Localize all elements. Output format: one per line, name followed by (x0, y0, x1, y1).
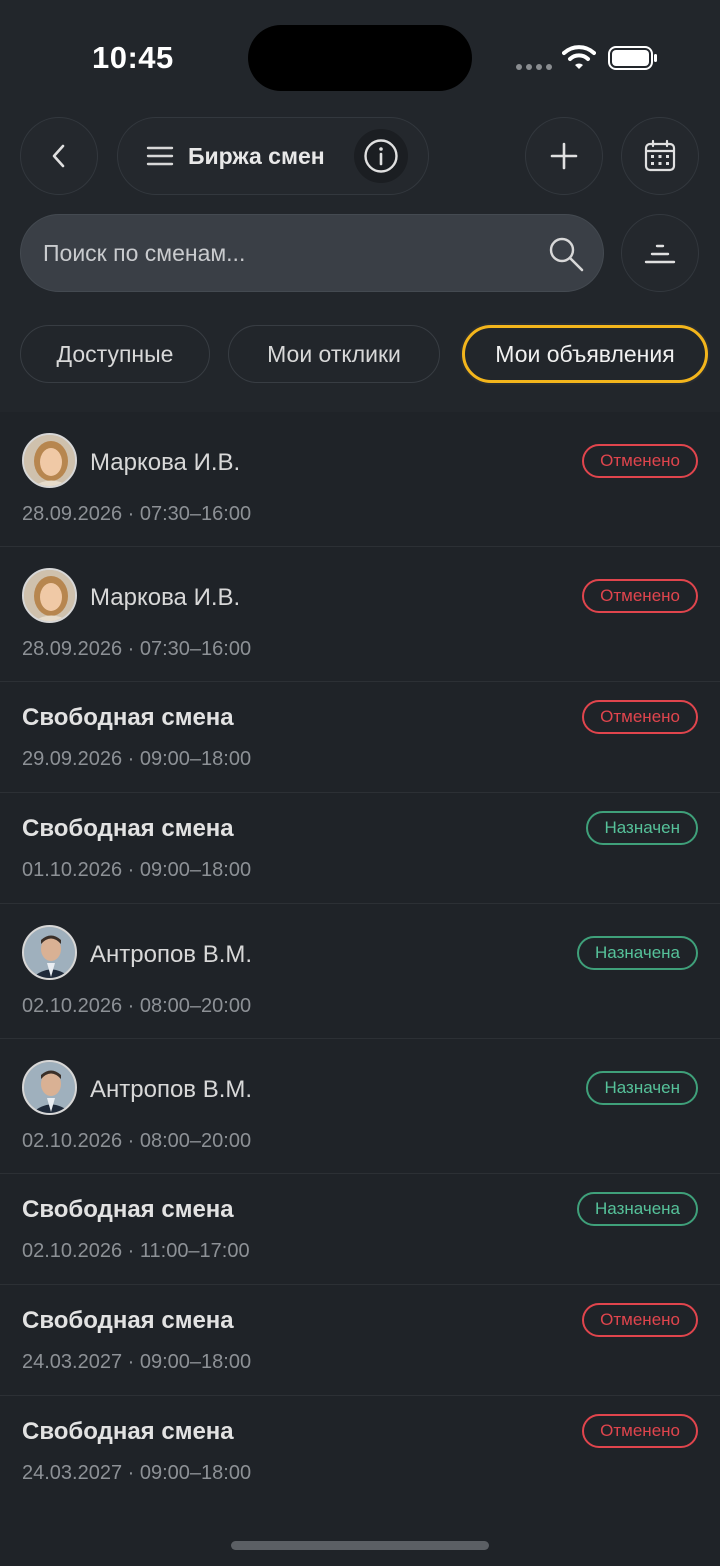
shift-date: 02.10.2026 · 08:00–20:00 (22, 1130, 252, 1152)
shift-list: Маркова И.В. 28.09.2026 · 07:30–16:00 От… (0, 412, 720, 1507)
status-badge: Отменено (582, 1303, 698, 1337)
status-badge: Отменено (582, 444, 698, 478)
screen: 10:45 Биржа смен Поиск по сменам... Дост… (0, 0, 720, 1566)
status-badge: Назначен (586, 811, 698, 845)
status-badge: Отменено (582, 579, 698, 613)
sort-icon (644, 244, 676, 264)
shift-title: Свободная смена (22, 815, 234, 842)
tab-my-listings[interactable]: Мои объявления (462, 325, 708, 383)
info-button[interactable] (354, 129, 408, 183)
shift-date: 29.09.2026 · 09:00–18:00 (22, 748, 252, 770)
avatar (22, 925, 77, 980)
status-badge: Отменено (582, 700, 698, 734)
list-item[interactable]: Свободная смена 02.10.2026 · 11:00–17:00… (0, 1174, 720, 1285)
list-item[interactable]: Свободная смена 29.09.2026 · 09:00–18:00… (0, 682, 720, 793)
status-time: 10:45 (92, 40, 174, 75)
list-item[interactable]: Свободная смена 01.10.2026 · 09:00–18:00… (0, 793, 720, 904)
list-item[interactable]: Маркова И.В. 28.09.2026 · 07:30–16:00 От… (0, 547, 720, 682)
shift-title: Свободная смена (22, 1196, 234, 1223)
hamburger-icon (146, 146, 174, 166)
list-item[interactable]: Свободная смена 24.03.2027 · 09:00–18:00… (0, 1396, 720, 1507)
list-item[interactable]: Маркова И.В. 28.09.2026 · 07:30–16:00 От… (0, 412, 720, 547)
status-badge: Отменено (582, 1414, 698, 1448)
back-button[interactable] (20, 117, 98, 195)
shift-title: Свободная смена (22, 704, 234, 731)
calendar-icon (644, 139, 676, 172)
avatar (22, 568, 77, 623)
wifi-icon (562, 45, 596, 69)
status-badge: Назначена (577, 936, 698, 970)
calendar-button[interactable] (621, 117, 699, 195)
list-item[interactable]: Антропов В.М. 02.10.2026 · 08:00–20:00 Н… (0, 904, 720, 1039)
cellular-signal-icon (516, 64, 552, 70)
shift-date: 02.10.2026 · 08:00–20:00 (22, 995, 252, 1017)
page-title: Биржа смен (188, 143, 325, 169)
search-input[interactable] (43, 233, 523, 273)
search-icon[interactable] (547, 235, 585, 273)
shift-date: 28.09.2026 · 07:30–16:00 (22, 503, 252, 525)
info-icon (364, 139, 398, 173)
status-badge: Назначена (577, 1192, 698, 1226)
shift-date: 24.03.2027 · 09:00–18:00 (22, 1462, 252, 1484)
employee-name: Антропов В.М. (90, 941, 253, 968)
shift-title: Свободная смена (22, 1418, 234, 1445)
shift-date: 02.10.2026 · 11:00–17:00 (22, 1240, 250, 1262)
plus-icon (550, 142, 578, 170)
employee-name: Антропов В.М. (90, 1076, 253, 1103)
avatar (22, 1060, 77, 1115)
list-item[interactable]: Свободная смена 24.03.2027 · 09:00–18:00… (0, 1285, 720, 1396)
list-item[interactable]: Антропов В.М. 02.10.2026 · 08:00–20:00 Н… (0, 1039, 720, 1174)
sort-filter-button[interactable] (621, 214, 699, 292)
search-bar (20, 214, 604, 292)
title-pill[interactable]: Биржа смен (117, 117, 429, 195)
shift-date: 01.10.2026 · 09:00–18:00 (22, 859, 252, 881)
tab-available[interactable]: Доступные (20, 325, 210, 383)
shift-title: Свободная смена (22, 1307, 234, 1334)
employee-name: Маркова И.В. (90, 449, 241, 476)
status-badge: Назначен (586, 1071, 698, 1105)
chevron-left-icon (52, 144, 65, 168)
employee-name: Маркова И.В. (90, 584, 241, 611)
battery-icon (608, 46, 657, 70)
add-shift-button[interactable] (525, 117, 603, 195)
shift-date: 28.09.2026 · 07:30–16:00 (22, 638, 252, 660)
tab-my-responses[interactable]: Мои отклики (228, 325, 440, 383)
avatar (22, 433, 77, 488)
shift-date: 24.03.2027 · 09:00–18:00 (22, 1351, 252, 1373)
home-indicator[interactable] (231, 1541, 489, 1550)
dynamic-island (248, 25, 472, 91)
